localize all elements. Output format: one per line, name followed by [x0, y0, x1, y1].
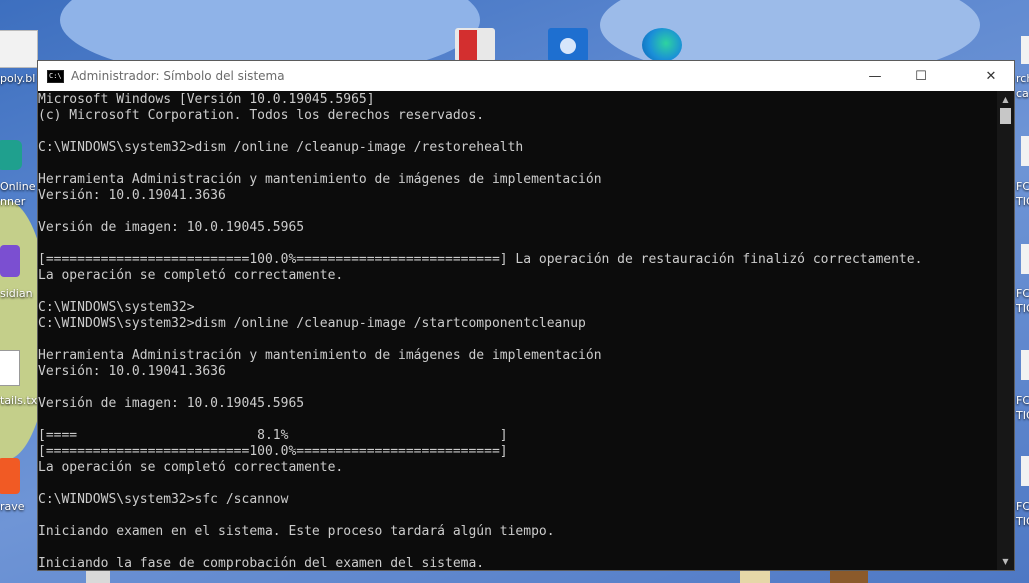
text-file-icon[interactable]	[0, 350, 20, 386]
desktop-icon-label: FC	[1016, 394, 1029, 407]
console-line: [==== 8.1% ]	[38, 428, 508, 443]
close-button[interactable]: ✕	[968, 61, 1014, 91]
console-line: Versión de imagen: 10.0.19045.5965	[38, 396, 305, 411]
command-prompt-window[interactable]: C:\ Administrador: Símbolo del sistema —…	[37, 60, 1015, 571]
console-line: [==========================100.0%=======…	[38, 252, 923, 267]
console-line: Iniciando examen en el sistema. Este pro…	[38, 524, 555, 539]
console-line: C:\WINDOWS\system32>sfc /scannow	[38, 492, 289, 507]
camera-app-icon[interactable]	[548, 28, 588, 62]
console-line: Iniciando la fase de comprobación del ex…	[38, 556, 485, 571]
desktop-icon-label: TIC	[1016, 195, 1029, 208]
maximize-button[interactable]: ☐	[898, 61, 944, 91]
desktop-icon-label: FC	[1016, 180, 1029, 193]
desktop-icon-label: sidian	[0, 287, 33, 300]
desktop-file-icon[interactable]	[0, 30, 38, 68]
desktop-icon-label: FC	[1016, 287, 1029, 300]
desktop-app-icon[interactable]	[830, 571, 868, 583]
desktop-file-icon[interactable]	[1021, 136, 1029, 166]
desktop-file-icon[interactable]	[1021, 244, 1029, 274]
desktop-icon-label: TIC	[1016, 302, 1029, 315]
desktop-icon-label: tails.txt	[0, 394, 42, 407]
console-line: La operación se completó correctamente.	[38, 268, 344, 283]
console-line: C:\WINDOWS\system32>dism /online /cleanu…	[38, 140, 524, 155]
desktop-icon-label: rave	[0, 500, 25, 513]
console-line: Herramienta Administración y mantenimien…	[38, 172, 602, 187]
scrollbar-thumb[interactable]	[1000, 108, 1011, 124]
desktop-app-icon[interactable]	[86, 571, 110, 583]
desktop-app-icon[interactable]	[740, 571, 770, 583]
app-icon-green[interactable]	[0, 140, 22, 170]
window-title: Administrador: Símbolo del sistema	[71, 69, 285, 83]
console-output[interactable]: Microsoft Windows [Versión 10.0.19045.59…	[38, 91, 998, 571]
scroll-down-icon[interactable]: ▼	[997, 553, 1014, 570]
console-line: Microsoft Windows [Versión 10.0.19045.59…	[38, 92, 375, 107]
desktop-icon-label: rch	[1016, 72, 1029, 85]
console-line: [==========================100.0%=======…	[38, 444, 508, 459]
cmd-app-icon: C:\	[47, 69, 64, 83]
desktop-file-icon[interactable]	[1021, 456, 1029, 486]
console-line: Versión: 10.0.19041.3636	[38, 364, 226, 379]
desktop-icon-label: poly.bl	[0, 72, 36, 85]
kaspersky-k-mark	[459, 30, 477, 60]
console-line: La operación se completó correctamente.	[38, 460, 344, 475]
desktop-file-icon[interactable]	[1021, 350, 1029, 380]
console-line: Herramienta Administración y mantenimien…	[38, 348, 602, 363]
console-line: C:\WINDOWS\system32>	[38, 300, 195, 315]
desktop-icon-label: FC	[1016, 500, 1029, 513]
desktop-icon-label: nner	[0, 195, 26, 208]
scroll-up-icon[interactable]: ▲	[997, 91, 1014, 108]
desktop-file-icon[interactable]	[1021, 36, 1029, 64]
console-line: Versión: 10.0.19041.3636	[38, 188, 226, 203]
edge-browser-icon[interactable]	[642, 28, 682, 62]
brave-icon[interactable]	[0, 458, 20, 494]
camera-lens-shape	[560, 38, 576, 54]
desktop-icon-label: Online	[0, 180, 36, 193]
console-line: (c) Microsoft Corporation. Todos los der…	[38, 108, 485, 123]
minimize-button[interactable]: —	[852, 61, 898, 91]
obsidian-icon[interactable]	[0, 245, 20, 277]
kaspersky-icon[interactable]	[455, 28, 495, 62]
console-line: Versión de imagen: 10.0.19045.5965	[38, 220, 305, 235]
window-titlebar[interactable]: C:\ Administrador: Símbolo del sistema —…	[38, 61, 1014, 91]
desktop-icon-label: ca	[1016, 87, 1029, 100]
desktop-icon-label: TIC	[1016, 409, 1029, 422]
desktop-icon-label: TIC	[1016, 515, 1029, 528]
console-line: C:\WINDOWS\system32>dism /online /cleanu…	[38, 316, 586, 331]
vertical-scrollbar[interactable]: ▲ ▼	[997, 91, 1014, 570]
